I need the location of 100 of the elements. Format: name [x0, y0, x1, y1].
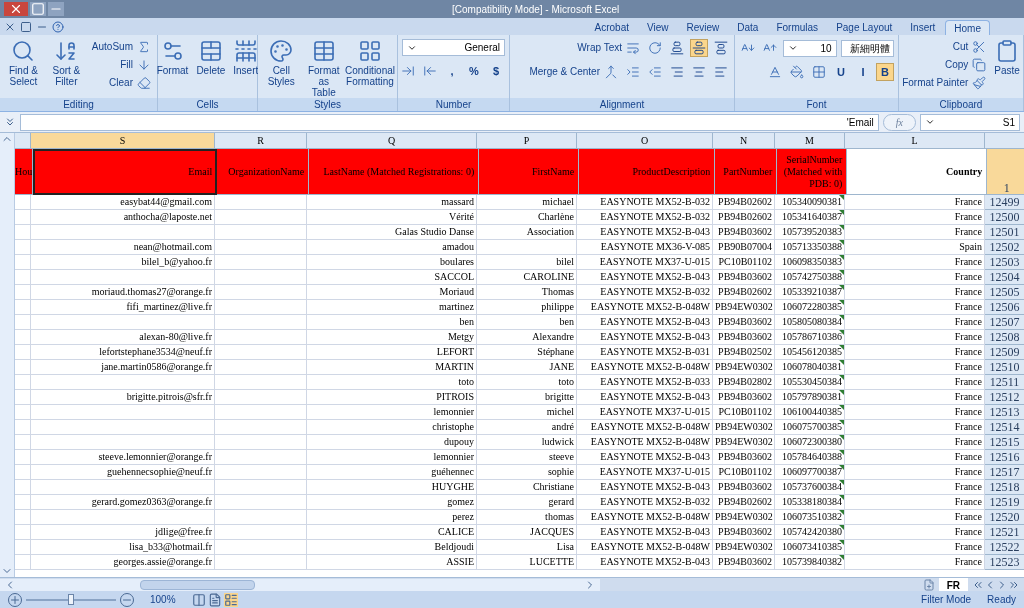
header-cell: ProductDescription [579, 149, 716, 195]
row-header[interactable]: 12523 [985, 555, 1024, 570]
toggle-button[interactable]: , [443, 62, 461, 80]
ribbon-button[interactable]: Wrap Text [575, 40, 642, 56]
table-cell: Christiane [477, 480, 577, 495]
dropdown-field[interactable]: 新細明體 [840, 39, 894, 57]
row-header[interactable]: 12499 [985, 195, 1024, 210]
table-cell: PB94B03602 [713, 330, 775, 345]
column-header[interactable]: S [31, 133, 215, 149]
row-header[interactable]: 12522 [985, 540, 1024, 555]
ribbon-tab[interactable]: Acrobat [586, 20, 637, 35]
ribbon-button[interactable]: Find & Select [4, 39, 43, 87]
ribbon-tab[interactable]: Page Layout [828, 20, 901, 35]
table-cell: 106097700387 [775, 465, 845, 480]
table-cell: bilel [477, 255, 577, 270]
row-header[interactable]: 12520 [985, 510, 1024, 525]
row-header[interactable]: 12503 [985, 255, 1024, 270]
ribbon-tab[interactable]: Data [729, 20, 767, 35]
table-cell: 105786710386 [775, 330, 845, 345]
dropdown-field[interactable]: 10 [783, 39, 837, 57]
column-header[interactable]: N [713, 133, 775, 149]
zoom-label[interactable]: 100% [150, 592, 176, 607]
toggle-button[interactable]: % [465, 62, 483, 80]
ribbon-button[interactable]: Format Painter [900, 75, 989, 91]
row-header[interactable]: 12501 [985, 225, 1024, 240]
row-header[interactable]: 12512 [985, 390, 1024, 405]
row-header[interactable]: 12521 [985, 525, 1024, 540]
row-header[interactable]: 12502 [985, 240, 1024, 255]
table-cell: EASYNOTE MX36-V-085 [577, 240, 713, 255]
table-cell: EASYNOTE MX52-B-032 [577, 210, 713, 225]
table-cell: PB94B02602 [713, 210, 775, 225]
row-header[interactable]: 12509 [985, 345, 1024, 360]
ribbon-button[interactable]: AutoSum [89, 39, 153, 55]
table-cell: 106072300380 [775, 435, 845, 450]
ribbon-button[interactable]: Cut [950, 39, 989, 55]
toggle-button[interactable]: $ [487, 62, 505, 80]
ribbon-tab[interactable]: Review [678, 20, 728, 35]
name-box[interactable]: S1 [920, 113, 1020, 131]
row-header[interactable]: 12504 [985, 270, 1024, 285]
window-title: [Compatibility Mode] - Microsoft Excel [452, 2, 620, 17]
formula-field[interactable]: 'Email [20, 113, 879, 131]
toggle-button[interactable]: U [832, 63, 850, 81]
row-header[interactable]: 12515 [985, 435, 1024, 450]
table-cell: PITROIS [307, 390, 477, 405]
column-header[interactable]: R [215, 133, 307, 149]
row-header[interactable]: 12508 [985, 330, 1024, 345]
ribbon-button[interactable]: Cell Styles [262, 39, 301, 87]
table-cell: nean@hotmail.com [31, 240, 215, 255]
table-cell: CALICE [307, 525, 477, 540]
ribbon-button[interactable]: Format [154, 39, 191, 76]
ribbon-button[interactable]: Insert [231, 39, 261, 76]
ribbon-button[interactable]: Fill [118, 57, 153, 73]
table-cell: EASYNOTE MX52-B-043 [577, 330, 713, 345]
ribbon-button[interactable]: Paste [992, 39, 1022, 76]
ribbon-button[interactable]: Conditional Formatting [347, 39, 393, 87]
column-header[interactable]: M [775, 133, 845, 149]
table-cell: Moriaud [307, 285, 477, 300]
table-cell: JANE [477, 360, 577, 375]
ribbon-button[interactable]: Clear [107, 75, 153, 91]
table-cell: 106072280385 [775, 300, 845, 315]
ribbon-button[interactable]: Delete [194, 39, 228, 76]
ribbon-button[interactable]: Sort & Filter [46, 39, 86, 87]
row-header[interactable]: 1 [987, 149, 1024, 195]
toggle-button[interactable]: B [876, 63, 894, 81]
ribbon-button[interactable]: Copy [942, 57, 989, 73]
row-header[interactable]: 12507 [985, 315, 1024, 330]
row-header[interactable]: 12516 [985, 450, 1024, 465]
row-header[interactable]: 12517 [985, 465, 1024, 480]
dropdown-field[interactable]: General [402, 39, 505, 56]
function-label[interactable]: fx [882, 113, 916, 131]
ribbon-button[interactable]: Format as Table [304, 39, 343, 98]
ribbon-tab[interactable]: Formulas [768, 20, 827, 35]
row-header[interactable]: 12518 [985, 480, 1024, 495]
column-header[interactable]: O [577, 133, 713, 149]
row-header[interactable]: 12514 [985, 420, 1024, 435]
row-header[interactable]: 12519 [985, 495, 1024, 510]
row-header[interactable]: 12506 [985, 300, 1024, 315]
column-header[interactable]: P [477, 133, 577, 149]
table-cell: France [845, 450, 985, 465]
sheet-tab[interactable]: FR [938, 577, 968, 592]
row-header[interactable]: 12505 [985, 285, 1024, 300]
ribbon-tab[interactable]: View [639, 20, 677, 35]
table-cell: massard [307, 195, 477, 210]
table-cell: PB94B02602 [713, 495, 775, 510]
ribbon-tab[interactable]: Home [945, 20, 990, 35]
toggle-button[interactable]: I [854, 63, 872, 81]
table-cell: EASYNOTE MX52-B-043 [577, 225, 713, 240]
ribbon-tab[interactable]: Insert [902, 20, 944, 35]
row-header[interactable]: 12511 [985, 375, 1024, 390]
table-cell: anthocha@laposte.net [31, 210, 215, 225]
ribbon-button[interactable]: Merge & Center [527, 64, 620, 80]
column-header[interactable]: L [845, 133, 985, 149]
row-header[interactable]: 12500 [985, 210, 1024, 225]
header-cell: PartNumber [715, 149, 778, 195]
table-cell: ben [477, 315, 577, 330]
table-cell: France [845, 525, 985, 540]
row-header[interactable]: 12510 [985, 360, 1024, 375]
row-header[interactable]: 12513 [985, 405, 1024, 420]
column-header[interactable]: Q [307, 133, 477, 149]
table-cell: ASSIE [307, 555, 477, 570]
